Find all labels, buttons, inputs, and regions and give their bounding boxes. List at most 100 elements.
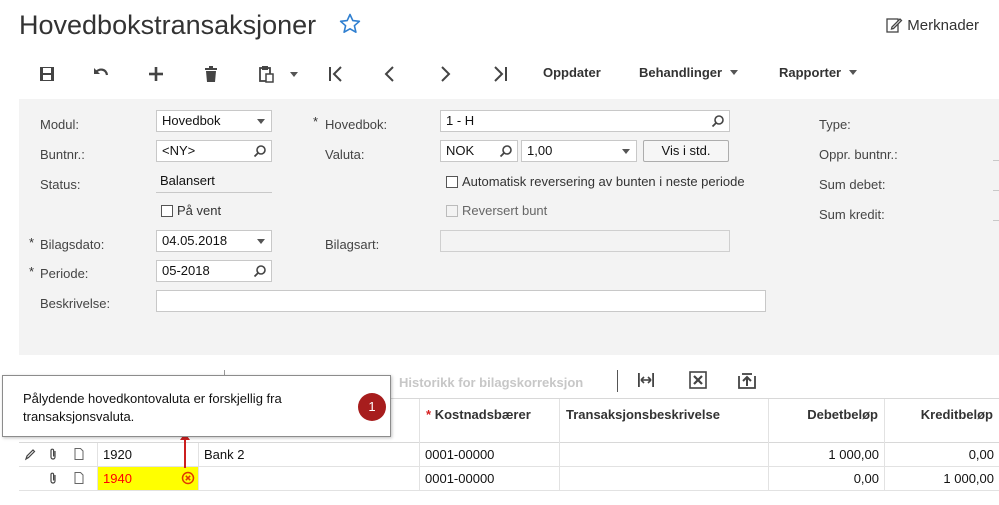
credit-cell[interactable]: 1 000,00 (884, 467, 999, 490)
table-row[interactable]: 1940 0001-00000 0,00 1 000,00 (19, 467, 999, 491)
checkbox-box (446, 175, 458, 188)
column-description[interactable]: Transaksjonsbeskrivelse (559, 399, 768, 443)
period-input[interactable]: 05-2018 (156, 260, 272, 282)
title-bar: Hovedbokstransaksjoner Merknader (0, 0, 999, 50)
notes-button[interactable]: Merknader (885, 16, 979, 34)
page-title: Hovedbokstransaksjoner (19, 10, 317, 40)
undo-icon[interactable] (91, 64, 111, 84)
attachment-icon[interactable] (41, 443, 65, 466)
main-toolbar: Oppdater Behandlinger Rapporter (0, 52, 999, 97)
callout-badge: 1 (358, 393, 386, 421)
history-button[interactable]: Historikk for bilagskorreksjon (399, 375, 583, 390)
search-icon[interactable] (253, 264, 267, 278)
description-label: Beskrivelse: (40, 296, 111, 311)
module-label: Modul: (40, 117, 80, 132)
doc-date-value: 04.05.2018 (162, 233, 228, 248)
currency-value: NOK (446, 143, 475, 158)
on-hold-label: På vent (177, 203, 222, 218)
on-hold-checkbox[interactable]: På vent (161, 203, 221, 218)
field-edge (993, 160, 999, 161)
excel-export-icon[interactable] (688, 370, 708, 390)
update-button[interactable]: Oppdater (543, 65, 601, 80)
module-select[interactable]: Hovedbok (156, 110, 272, 132)
period-value: 05-2018 (162, 263, 210, 278)
clipboard-dropdown-icon[interactable] (284, 64, 304, 84)
required-mark: * (29, 264, 35, 279)
note-icon[interactable] (65, 467, 93, 490)
table-row[interactable]: 1920 Bank 2 0001-00000 1 000,00 0,00 (19, 443, 999, 467)
account-desc-cell: Bank 2 (198, 443, 419, 466)
batch-value: <NY> (162, 143, 196, 158)
description-cell[interactable] (559, 467, 768, 490)
checkbox-box (161, 204, 173, 217)
favorite-star-icon[interactable] (338, 12, 362, 36)
column-debit[interactable]: Debetbeløp (768, 399, 884, 443)
field-edge (993, 190, 999, 191)
description-input[interactable] (156, 290, 766, 312)
debit-cell[interactable]: 1 000,00 (768, 443, 884, 466)
status-value: Balansert (156, 171, 272, 193)
ledger-label: Hovedbok: (325, 117, 388, 132)
upload-icon[interactable] (737, 370, 757, 390)
update-label: Oppdater (543, 65, 601, 80)
debit-cell[interactable]: 0,00 (768, 467, 884, 490)
callout-arrow (184, 437, 186, 468)
cost-center-cell[interactable]: 0001-00000 (419, 443, 559, 466)
doc-date-input[interactable]: 04.05.2018 (156, 230, 272, 252)
search-icon[interactable] (253, 144, 267, 158)
previous-record-icon[interactable] (380, 64, 400, 84)
cost-center-cell[interactable]: 0001-00000 (419, 467, 559, 490)
clipboard-icon[interactable] (256, 64, 276, 84)
doc-type-label: Bilagsart: (325, 237, 380, 252)
row-edit-icon[interactable] (19, 443, 41, 466)
error-tooltip: Pålydende hovedkontovaluta er forskjelli… (2, 375, 391, 437)
exchange-rate-select[interactable]: 1,00 (521, 140, 637, 162)
exchange-rate-value: 1,00 (527, 143, 553, 158)
chevron-down-icon (849, 70, 858, 75)
reversed-batch-label: Reversert bunt (462, 203, 548, 218)
field-edge (993, 220, 999, 221)
note-icon[interactable] (65, 443, 93, 466)
view-base-currency-button[interactable]: Vis i std. (643, 140, 729, 162)
credit-cell[interactable]: 0,00 (884, 443, 999, 466)
actions-label: Behandlinger (639, 65, 723, 80)
first-record-icon[interactable] (326, 64, 346, 84)
add-icon[interactable] (146, 64, 166, 84)
currency-input[interactable]: NOK (440, 140, 518, 162)
auto-reverse-label: Automatisk reversering av bunten i neste… (462, 174, 745, 189)
save-icon[interactable] (37, 64, 57, 84)
reports-label: Rapporter (779, 65, 842, 80)
type-label: Type: (819, 117, 851, 132)
actions-menu[interactable]: Behandlinger (639, 65, 739, 80)
search-icon[interactable] (711, 114, 725, 128)
ledger-input[interactable]: 1 - H (440, 110, 730, 132)
chevron-down-icon (257, 239, 265, 244)
description-cell[interactable] (559, 443, 768, 466)
column-credit[interactable]: Kreditbeløp (884, 399, 999, 443)
chevron-down-icon (730, 70, 739, 75)
edit-note-icon (886, 18, 903, 33)
column-cost-center[interactable]: * Kostnadsbærer (419, 399, 559, 443)
last-record-icon[interactable] (490, 64, 510, 84)
doc-date-label: Bilagsdato: (40, 237, 105, 252)
toolbar-divider (617, 370, 618, 392)
required-mark: * (29, 235, 35, 250)
attachment-icon[interactable] (41, 467, 65, 490)
module-value: Hovedbok (162, 113, 221, 128)
period-label: Periode: (40, 266, 89, 281)
doc-type-input (440, 230, 730, 252)
fit-width-icon[interactable] (636, 370, 656, 390)
reports-menu[interactable]: Rapporter (779, 65, 858, 80)
reversed-batch-checkbox: Reversert bunt (446, 203, 547, 218)
next-record-icon[interactable] (435, 64, 455, 84)
batch-number-input[interactable]: <NY> (156, 140, 272, 162)
auto-reverse-checkbox[interactable]: Automatisk reversering av bunten i neste… (446, 174, 745, 189)
form-panel: Modul: Hovedbok Buntnr.: <NY> Status: Ba… (19, 99, 999, 355)
delete-icon[interactable] (201, 64, 221, 84)
account-cell[interactable]: 1920 (97, 443, 198, 466)
column-label: Kostnadsbærer (434, 407, 531, 422)
sum-credit-label: Sum kredit: (819, 207, 885, 222)
search-icon[interactable] (499, 144, 513, 158)
error-icon[interactable] (181, 471, 195, 485)
account-desc-cell (198, 467, 419, 490)
